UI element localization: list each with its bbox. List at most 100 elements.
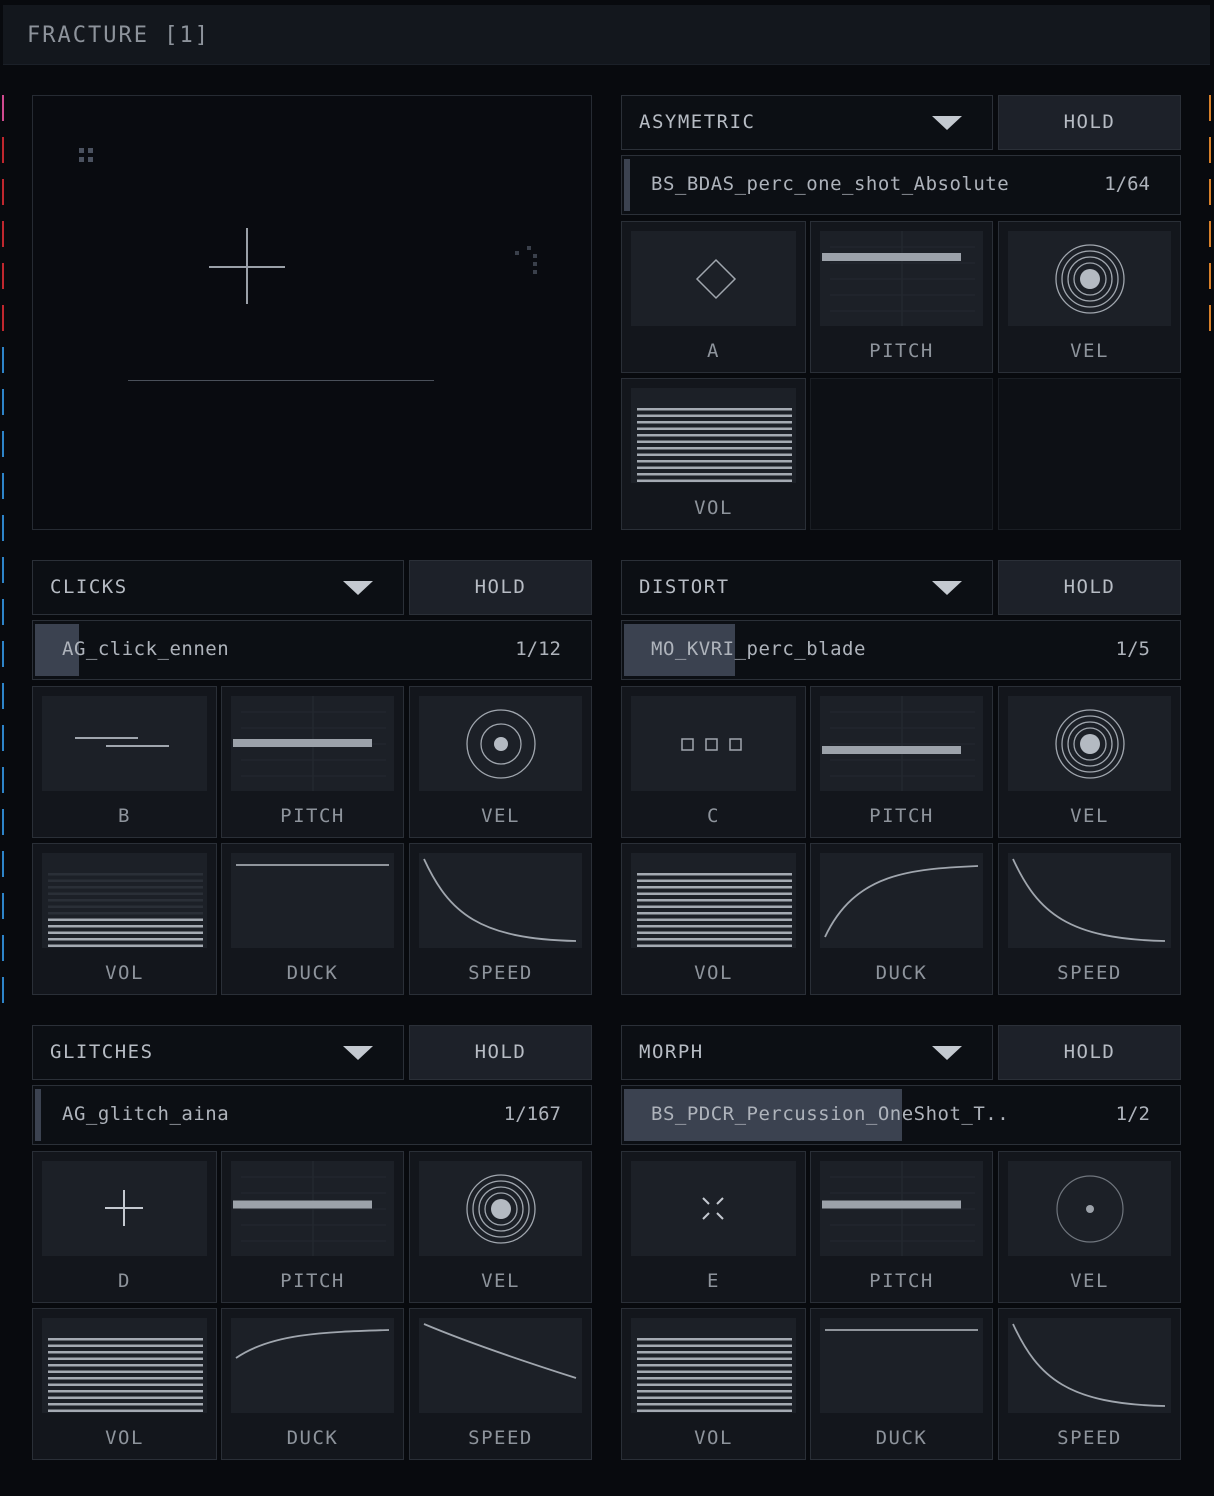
tick-mark <box>2 431 4 457</box>
param-cell-duck[interactable]: DUCK <box>810 1308 993 1460</box>
param-cell-pitch[interactable]: PITCH <box>810 686 993 838</box>
param-label: VEL <box>1070 1270 1109 1292</box>
param-cell-duck[interactable]: DUCK <box>221 843 404 995</box>
pitch-bar-icon <box>822 231 975 326</box>
param-visual <box>820 696 983 791</box>
param-cell-speed[interactable]: SPEED <box>998 843 1181 995</box>
param-cell-pitch[interactable]: PITCH <box>221 686 404 838</box>
tick-mark <box>1209 221 1211 247</box>
tick-mark <box>2 599 4 625</box>
param-cell-vel[interactable]: VEL <box>998 686 1181 838</box>
hold-button-d[interactable]: HOLD <box>409 1025 592 1080</box>
tick-mark <box>2 641 4 667</box>
title-bar: FRACTURE [1] <box>3 5 1210 65</box>
param-cell-duck[interactable]: DUCK <box>810 843 993 995</box>
param-cell-duck[interactable]: DUCK <box>221 1308 404 1460</box>
sample-name: BS_PDCR_Percussion_OneShot_T.. <box>651 1103 1010 1125</box>
param-cell-c[interactable]: C <box>621 686 806 838</box>
param-cell-vel[interactable]: VEL <box>998 221 1181 373</box>
param-label: VOL <box>694 497 733 519</box>
sample-count: 1/5 <box>1115 638 1150 660</box>
param-visual <box>820 1161 983 1256</box>
param-visual <box>231 853 394 948</box>
xy-pad[interactable] <box>32 95 592 530</box>
chevron-down-icon <box>932 581 962 595</box>
param-label: C <box>707 805 720 827</box>
sample-selector-b[interactable]: AG_click_ennen 1/12 <box>32 620 592 680</box>
param-label: A <box>707 340 720 362</box>
mode-dropdown-d[interactable]: GLITCHES <box>32 1025 404 1080</box>
hold-button-b[interactable]: HOLD <box>409 560 592 615</box>
sample-count: 1/2 <box>1115 1103 1150 1125</box>
param-visual <box>231 1318 394 1413</box>
vel-rings-icon <box>1056 1175 1124 1243</box>
mode-label: DISTORT <box>639 576 730 598</box>
param-cell-vol[interactable]: VOL <box>621 1308 806 1460</box>
vel-rings-icon <box>1055 244 1125 314</box>
hold-button-e[interactable]: HOLD <box>998 1025 1181 1080</box>
param-visual <box>631 853 796 948</box>
param-cell-speed[interactable]: SPEED <box>409 1308 592 1460</box>
param-label: DUCK <box>875 1427 928 1449</box>
param-cell-vel[interactable]: VEL <box>409 1151 592 1303</box>
param-label: D <box>118 1270 131 1292</box>
scatter-icon <box>702 1197 724 1220</box>
param-cell-e[interactable]: E <box>621 1151 806 1303</box>
tick-mark <box>2 767 4 793</box>
sample-count: 1/12 <box>515 638 561 660</box>
param-cell-pitch[interactable]: PITCH <box>810 1151 993 1303</box>
tick-mark <box>2 851 4 877</box>
speed-curve-icon <box>423 1323 577 1379</box>
tick-mark <box>1209 137 1211 163</box>
param-label: SPEED <box>468 1427 533 1449</box>
speed-curve-icon <box>423 858 577 942</box>
param-visual <box>1008 1161 1171 1256</box>
vol-lines-icon <box>48 873 203 947</box>
param-cell-vol[interactable]: VOL <box>32 1308 217 1460</box>
param-cell-pitch[interactable]: PITCH <box>810 221 993 373</box>
duck-curve-icon <box>236 864 389 866</box>
param-label: B <box>118 805 131 827</box>
sample-selector-c[interactable]: MO_KVRI_perc_blade 1/5 <box>621 620 1181 680</box>
mode-dropdown-a[interactable]: ASYMETRIC <box>621 95 993 150</box>
tick-mark <box>2 389 4 415</box>
param-visual <box>1008 231 1171 326</box>
param-cell-vel[interactable]: VEL <box>998 1151 1181 1303</box>
param-cell-a[interactable]: A <box>621 221 806 373</box>
param-visual <box>820 853 983 948</box>
vol-lines-icon <box>48 1338 203 1412</box>
param-cell-b[interactable]: B <box>32 686 217 838</box>
param-label: DUCK <box>286 962 339 984</box>
param-cell-speed[interactable]: SPEED <box>998 1308 1181 1460</box>
mode-label: ASYMETRIC <box>639 111 756 133</box>
param-cell-d[interactable]: D <box>32 1151 217 1303</box>
param-label: DUCK <box>286 1427 339 1449</box>
param-label: VOL <box>105 962 144 984</box>
param-cell-vel[interactable]: VEL <box>409 686 592 838</box>
param-label: E <box>707 1270 720 1292</box>
param-cell-vol[interactable]: VOL <box>32 843 217 995</box>
param-visual <box>419 696 582 791</box>
tick-mark <box>1209 305 1211 331</box>
mode-dropdown-e[interactable]: MORPH <box>621 1025 993 1080</box>
param-visual <box>419 1161 582 1256</box>
sample-selector-a[interactable]: BS_BDAS_perc_one_shot_Absolute 1/64 <box>621 155 1181 215</box>
mode-dropdown-b[interactable]: CLICKS <box>32 560 404 615</box>
sample-name: MO_KVRI_perc_blade <box>651 638 866 660</box>
tick-mark <box>2 221 4 247</box>
param-cell-vol[interactable]: VOL <box>621 378 806 530</box>
vel-rings-icon <box>1055 709 1125 779</box>
param-cell-vol[interactable]: VOL <box>621 843 806 995</box>
param-cell-pitch[interactable]: PITCH <box>221 1151 404 1303</box>
vol-lines-icon <box>637 873 792 947</box>
param-cell-speed[interactable]: SPEED <box>409 843 592 995</box>
hold-button-c[interactable]: HOLD <box>998 560 1181 615</box>
mode-dropdown-c[interactable]: DISTORT <box>621 560 993 615</box>
sample-selector-d[interactable]: AG_glitch_aina 1/167 <box>32 1085 592 1145</box>
param-visual <box>42 1318 207 1413</box>
tick-mark <box>2 137 4 163</box>
sample-selector-e[interactable]: BS_PDCR_Percussion_OneShot_T.. 1/2 <box>621 1085 1181 1145</box>
hold-button-a[interactable]: HOLD <box>998 95 1181 150</box>
pitch-bar-icon <box>822 1161 975 1256</box>
vel-rings-icon <box>466 1174 536 1244</box>
